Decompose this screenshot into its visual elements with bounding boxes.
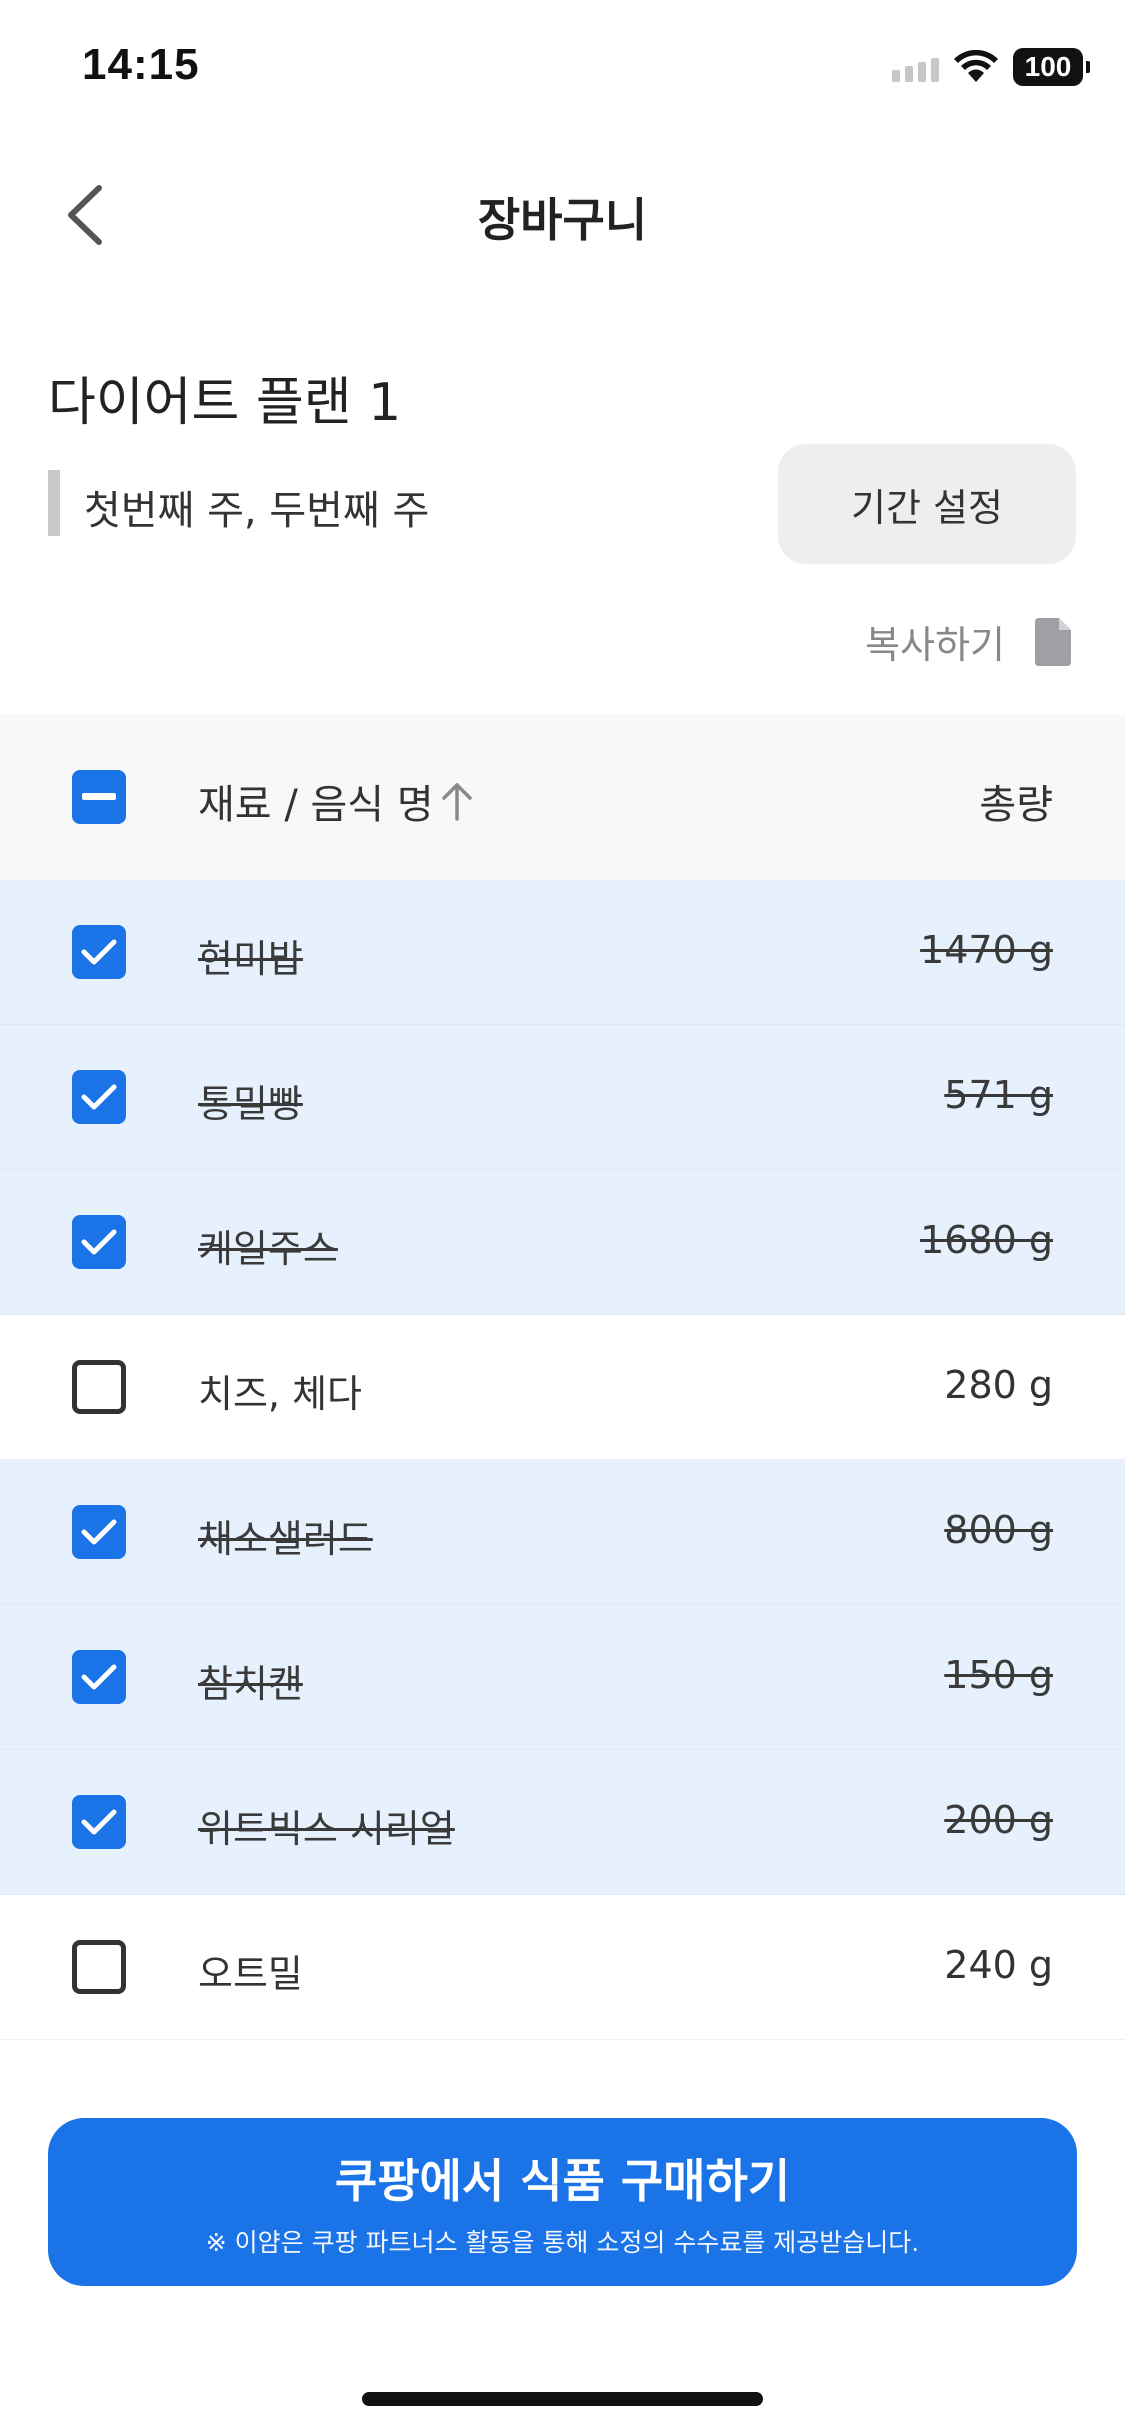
row-item-name: 현미밥 — [198, 937, 303, 981]
status-time: 14:15 — [82, 40, 200, 89]
row-checkbox[interactable] — [72, 1650, 126, 1704]
copy-button[interactable]: 복사하기 — [865, 614, 1073, 669]
checkmark-icon — [81, 1519, 117, 1545]
row-checkbox[interactable] — [72, 1070, 126, 1124]
row-item-name: 위트빅스 시리얼 — [198, 1807, 455, 1851]
period-text: 첫번째 주, 두번째 주 — [84, 488, 430, 534]
select-all-checkbox[interactable] — [72, 770, 126, 824]
period-accent-bar — [48, 470, 60, 536]
ingredient-table: 재료 / 음식 명 총량 현미밥 1470 g 통밀빵 571 g 케일주스 1680 g… — [0, 714, 1125, 2040]
arrow-up-icon — [441, 783, 472, 821]
cart-screen: 14:15 100 장바구니 다이어트 플랜 1 첫번째 주, 두번째 주 기간… — [0, 0, 1125, 2436]
checkmark-icon — [81, 1229, 117, 1255]
table-row[interactable]: 참치캔 150 g — [0, 1605, 1125, 1750]
table-row[interactable]: 오트밀 240 g — [0, 1895, 1125, 2040]
table-row[interactable]: 치즈, 체다 280 g — [0, 1315, 1125, 1460]
header-name-label: 재료 / 음식 명 — [198, 782, 434, 828]
sort-by-name-header[interactable]: 재료 / 음식 명 — [198, 772, 474, 830]
buy-on-coupang-button[interactable]: 쿠팡에서 식품 구매하기 ※ 이얌은 쿠팡 파트너스 활동을 통해 소정의 수수… — [48, 2118, 1077, 2286]
row-item-name: 오트밀 — [198, 1952, 303, 1996]
nav-bar: 장바구니 — [0, 150, 1125, 280]
header-qty-label: 총량 — [979, 782, 1053, 828]
row-item-name: 채소샐러드 — [198, 1517, 373, 1561]
wifi-icon — [954, 50, 998, 82]
row-checkbox[interactable] — [72, 925, 126, 979]
row-item-name: 케일주스 — [198, 1227, 338, 1271]
row-item-name: 통밀빵 — [198, 1082, 303, 1126]
row-item-qty: 571 g — [944, 1073, 1053, 1117]
row-item-qty: 280 g — [944, 1363, 1053, 1407]
table-row[interactable]: 채소샐러드 800 g — [0, 1460, 1125, 1605]
table-header: 재료 / 음식 명 총량 — [0, 714, 1125, 880]
row-item-qty: 1680 g — [920, 1218, 1053, 1262]
copy-label: 복사하기 — [865, 623, 1005, 667]
row-checkbox[interactable] — [72, 1215, 126, 1269]
table-row[interactable]: 현미밥 1470 g — [0, 880, 1125, 1025]
row-item-name: 치즈, 체다 — [198, 1372, 362, 1416]
minus-icon — [82, 793, 116, 800]
row-item-name: 참치캔 — [198, 1662, 303, 1706]
row-item-qty: 240 g — [944, 1943, 1053, 1987]
cta-disclaimer: ※ 이얌은 쿠팡 파트너스 활동을 통해 소정의 수수료를 제공받습니다. — [205, 2228, 920, 2257]
status-icons: 100 — [892, 48, 1090, 86]
row-checkbox[interactable] — [72, 1505, 126, 1559]
row-checkbox[interactable] — [72, 1795, 126, 1849]
battery-icon: 100 — [1013, 48, 1090, 86]
row-checkbox[interactable] — [72, 1360, 126, 1414]
cellular-signal-icon — [892, 52, 939, 82]
row-item-qty: 200 g — [944, 1798, 1053, 1842]
set-period-button[interactable]: 기간 설정 — [778, 444, 1076, 564]
cta-title: 쿠팡에서 식품 구매하기 — [334, 2154, 791, 2208]
status-bar: 14:15 100 — [0, 0, 1125, 140]
table-rows: 현미밥 1470 g 통밀빵 571 g 케일주스 1680 g 치즈, 체다 280 g 채소… — [0, 880, 1125, 2040]
plan-title: 다이어트 플랜 1 — [48, 373, 402, 433]
row-item-qty: 150 g — [944, 1653, 1053, 1697]
checkmark-icon — [81, 1664, 117, 1690]
checkmark-icon — [81, 1809, 117, 1835]
home-indicator — [362, 2392, 763, 2406]
checkmark-icon — [81, 939, 117, 965]
table-row[interactable]: 통밀빵 571 g — [0, 1025, 1125, 1170]
row-item-qty: 1470 g — [920, 928, 1053, 972]
row-checkbox[interactable] — [72, 1940, 126, 1994]
table-row[interactable]: 위트빅스 시리얼 200 g — [0, 1750, 1125, 1895]
document-copy-icon — [1035, 617, 1071, 666]
row-item-qty: 800 g — [944, 1508, 1053, 1552]
checkmark-icon — [81, 1084, 117, 1110]
table-row[interactable]: 케일주스 1680 g — [0, 1170, 1125, 1315]
page-title: 장바구니 — [477, 193, 648, 247]
